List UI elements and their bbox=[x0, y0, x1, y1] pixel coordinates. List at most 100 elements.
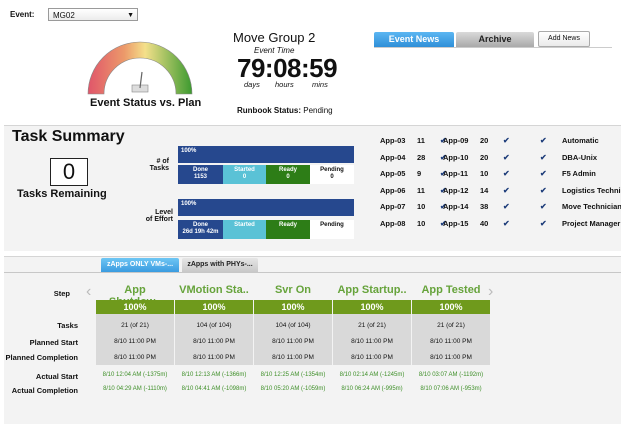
step-planned-completion: 8/10 11:00 PM bbox=[351, 354, 393, 361]
checkmark-icon: ✔ bbox=[540, 218, 547, 228]
event-select[interactable]: MG02 ▼ bbox=[48, 8, 138, 21]
step-planned-completion: 8/10 11:00 PM bbox=[114, 354, 156, 361]
role-name: Logistics Technic bbox=[562, 185, 621, 195]
app-count: 11 bbox=[417, 136, 425, 145]
step-task-count: 104 (of 104) bbox=[275, 322, 311, 329]
event-label: Event: bbox=[10, 10, 35, 19]
app-count: 10 bbox=[417, 218, 426, 228]
role-name: Automatic bbox=[562, 136, 599, 145]
checkmark-icon: ✔ bbox=[540, 169, 547, 178]
step-planned-completion: 8/10 11:00 PM bbox=[430, 354, 472, 361]
runbook-status-value: Pending bbox=[303, 106, 333, 115]
step-actual-completion: 8/10 06:24 AM (-995m) bbox=[341, 386, 403, 392]
app-count: 14 bbox=[480, 185, 489, 195]
row-label-planned-completion: Planned Completion bbox=[5, 353, 78, 362]
checkmark-icon: ✔ bbox=[503, 136, 510, 145]
step-actual-start: 8/10 12:13 AM (-1366m) bbox=[181, 372, 247, 378]
app-name: App-06 bbox=[380, 185, 406, 195]
step-actual-start: 8/10 12:04 AM (-1375m) bbox=[102, 372, 168, 378]
clock-unit-days: days bbox=[244, 80, 260, 89]
app-count: 11 bbox=[417, 185, 425, 195]
step-percent-bar: 100% bbox=[412, 300, 490, 314]
app-count: 38 bbox=[480, 202, 489, 211]
app-count: 10 bbox=[480, 169, 489, 178]
task-summary-title: Task Summary bbox=[12, 128, 125, 145]
add-news-button[interactable]: Add News bbox=[538, 31, 590, 47]
checkmark-icon: ✔ bbox=[503, 218, 510, 228]
app-count: 10 bbox=[417, 202, 426, 211]
row-label-actual-start: Actual Start bbox=[35, 372, 78, 381]
effort-started-cell: Started bbox=[223, 220, 266, 239]
tasks-ready-cell: Ready 0 bbox=[266, 165, 310, 184]
status-gauge bbox=[87, 41, 193, 95]
app-name: App-15 bbox=[443, 218, 469, 228]
step-task-count: 104 (of 104) bbox=[196, 322, 232, 329]
app-name: App-07 bbox=[380, 202, 406, 211]
step-actual-start: 8/10 12:25 AM (-1354m) bbox=[260, 372, 326, 378]
step-percent-bar: 100% bbox=[254, 300, 332, 314]
checkmark-icon: ✔ bbox=[540, 202, 547, 211]
step-planned-start: 8/10 11:00 PM bbox=[114, 338, 156, 345]
app-count: 20 bbox=[480, 152, 489, 162]
step-planned-start: 8/10 11:00 PM bbox=[272, 338, 314, 345]
news-divider bbox=[374, 47, 612, 48]
tasks-started-cell: Started 0 bbox=[223, 165, 266, 184]
runbook-status: Runbook Status: Pending bbox=[237, 106, 333, 115]
step-task-count: 21 (of 21) bbox=[121, 322, 149, 329]
step-header: App Tested bbox=[421, 284, 481, 296]
tab-event-news[interactable]: Event News bbox=[374, 32, 454, 47]
role-name: Move Technician bbox=[562, 202, 621, 211]
tasks-remaining-label: Tasks Remaining bbox=[17, 188, 107, 200]
checkmark-icon: ✔ bbox=[540, 152, 547, 162]
step-planned-start: 8/10 11:00 PM bbox=[193, 338, 235, 345]
step-header: Svr On bbox=[274, 284, 312, 296]
tasks-done-cell: Done 1153 bbox=[178, 165, 223, 184]
tab-zapps-only-vms[interactable]: zApps ONLY VMs-... bbox=[101, 258, 179, 272]
row-label-actual-completion: Actual Completion bbox=[11, 386, 78, 395]
role-name: DBA-Unix bbox=[562, 152, 597, 162]
scroll-left-icon[interactable]: ‹ bbox=[86, 283, 91, 301]
checkmark-icon: ✔ bbox=[540, 185, 547, 195]
app-name: App-12 bbox=[443, 185, 469, 195]
step-actual-completion: 8/10 04:29 AM (-1110m) bbox=[103, 386, 167, 392]
checkmark-icon: ✔ bbox=[503, 152, 510, 162]
checkmark-icon: ✔ bbox=[503, 202, 510, 211]
effort-ready-cell: Ready bbox=[266, 220, 310, 239]
step-planned-completion: 8/10 11:00 PM bbox=[193, 354, 235, 361]
step-actual-completion: 8/10 04:41 AM (-1098m) bbox=[181, 386, 247, 392]
app-name: App-14 bbox=[443, 202, 469, 211]
tasks-remaining-value: 0 bbox=[50, 158, 88, 186]
step-planned-start: 8/10 11:00 PM bbox=[430, 338, 472, 345]
step-header: App Startup.. bbox=[337, 284, 407, 296]
gauge-caption: Event Status vs. Plan bbox=[90, 97, 202, 109]
checkmark-icon: ✔ bbox=[503, 169, 510, 178]
tasks-progress-bar: 100% bbox=[178, 146, 354, 163]
step-planned-start: 8/10 11:00 PM bbox=[351, 338, 393, 345]
app-name: App-11 bbox=[443, 169, 469, 178]
row-label-planned-start: Planned Start bbox=[29, 338, 78, 347]
app-name: App-09 bbox=[443, 136, 469, 145]
step-actual-start: 8/10 02:14 AM (-1245m) bbox=[339, 372, 405, 378]
step-percent-bar: 100% bbox=[333, 300, 411, 314]
effort-row-label: Level of Effort bbox=[145, 209, 173, 223]
row-label-tasks: Tasks bbox=[57, 321, 78, 330]
clock-unit-mins: mins bbox=[312, 80, 328, 89]
tasks-row-label: # of Tasks bbox=[149, 158, 169, 172]
app-count: 9 bbox=[417, 169, 422, 178]
app-count: 40 bbox=[480, 218, 489, 228]
runbook-status-label: Runbook Status: bbox=[237, 106, 301, 115]
effort-progress-bar: 100% bbox=[178, 199, 354, 216]
effort-pending-cell: Pending bbox=[310, 220, 354, 239]
app-count: 28 bbox=[417, 152, 426, 162]
tab-archive[interactable]: Archive bbox=[456, 32, 534, 47]
app-name: App-08 bbox=[380, 218, 406, 228]
role-name: Project Manager bbox=[562, 218, 621, 228]
clock-unit-hours: hours bbox=[275, 80, 294, 89]
tab-zapps-with-phys[interactable]: zApps with PHYs-... bbox=[182, 258, 258, 272]
checkmark-icon: ✔ bbox=[503, 185, 510, 195]
row-label-step: Step bbox=[53, 289, 70, 298]
step-percent-bar: 100% bbox=[175, 300, 253, 314]
app-name: App-05 bbox=[380, 169, 406, 178]
app-name: App-04 bbox=[380, 152, 406, 162]
step-task-count: 21 (of 21) bbox=[437, 322, 465, 329]
